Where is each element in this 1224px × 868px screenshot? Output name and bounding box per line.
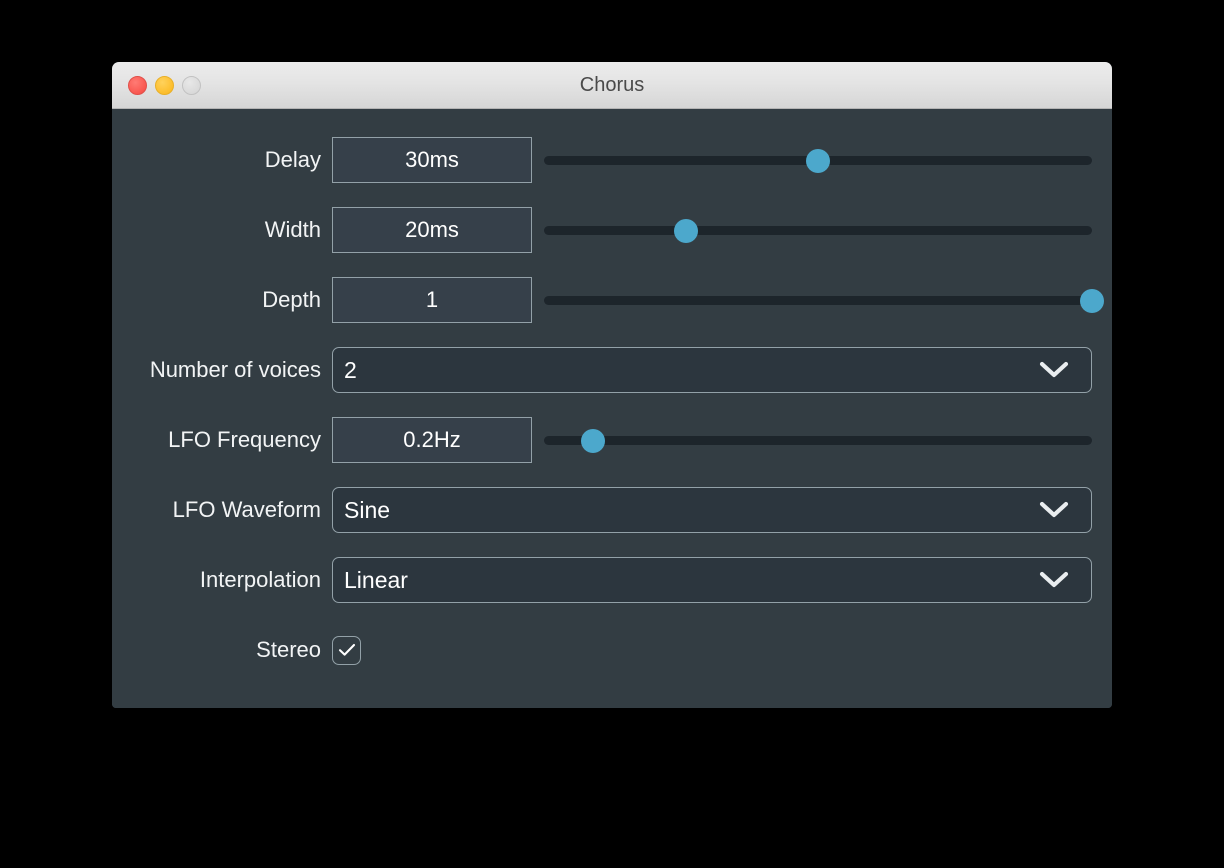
dropdown-value-number-of-voices: 2 <box>344 356 357 383</box>
field-lfo-frequency[interactable]: 0.2Hz <box>332 417 532 463</box>
label-width: Width <box>264 217 321 242</box>
label-depth: Depth <box>262 287 321 312</box>
slider-width[interactable] <box>544 207 1092 253</box>
label-delay: Delay <box>264 147 321 172</box>
slider-track-depth <box>544 296 1092 305</box>
field-delay[interactable]: 30ms <box>332 137 532 183</box>
chorus-plugin-window: Chorus Delay 30ms Width 20ms Depth 1 Num… <box>112 62 1112 708</box>
slider-thumb-width[interactable] <box>674 218 699 243</box>
label-stereo: Stereo <box>256 637 321 662</box>
label-number-of-voices: Number of voices <box>149 357 321 382</box>
label-lfo-frequency: LFO Frequency <box>168 427 321 452</box>
window-titlebar[interactable]: Chorus <box>112 62 1112 109</box>
chevron-down-icon <box>1039 361 1069 379</box>
row-interpolation: Interpolation Linear <box>112 557 1112 603</box>
row-number-of-voices: Number of voices 2 <box>112 347 1112 393</box>
dropdown-value-lfo-waveform: Sine <box>344 496 391 523</box>
dropdown-value-interpolation: Linear <box>344 566 408 593</box>
dropdown-interpolation[interactable]: Linear <box>332 557 1092 603</box>
slider-thumb-depth[interactable] <box>1080 288 1104 313</box>
row-stereo: Stereo <box>112 627 1112 673</box>
slider-lfo-frequency[interactable] <box>544 417 1092 463</box>
chevron-down-icon <box>1039 501 1069 519</box>
label-interpolation: Interpolation <box>199 567 321 592</box>
field-depth[interactable]: 1 <box>332 277 532 323</box>
row-width: Width 20ms <box>112 207 1112 253</box>
slider-track-lfo-frequency <box>544 436 1092 445</box>
row-depth: Depth 1 <box>112 277 1112 323</box>
slider-track-width <box>544 226 1092 235</box>
checkbox-stereo[interactable] <box>332 635 361 665</box>
field-width[interactable]: 20ms <box>332 207 532 253</box>
label-lfo-waveform: LFO Waveform <box>172 497 321 522</box>
parameter-panel: Delay 30ms Width 20ms Depth 1 Number of … <box>112 109 1112 708</box>
dropdown-number-of-voices[interactable]: 2 <box>332 347 1092 393</box>
row-lfo-frequency: LFO Frequency 0.2Hz <box>112 417 1112 463</box>
chevron-down-icon <box>1039 571 1069 589</box>
slider-thumb-delay[interactable] <box>806 148 830 173</box>
window-title: Chorus <box>579 74 645 96</box>
dropdown-lfo-waveform[interactable]: Sine <box>332 487 1092 533</box>
row-delay: Delay 30ms <box>112 137 1112 183</box>
slider-depth[interactable] <box>544 277 1104 323</box>
desktop-background: Chorus Delay 30ms Width 20ms Depth 1 Num… <box>0 0 1224 868</box>
slider-thumb-lfo-frequency[interactable] <box>581 428 606 453</box>
row-lfo-waveform: LFO Waveform Sine <box>112 487 1112 533</box>
check-icon <box>338 643 355 656</box>
slider-delay[interactable] <box>544 137 1092 183</box>
